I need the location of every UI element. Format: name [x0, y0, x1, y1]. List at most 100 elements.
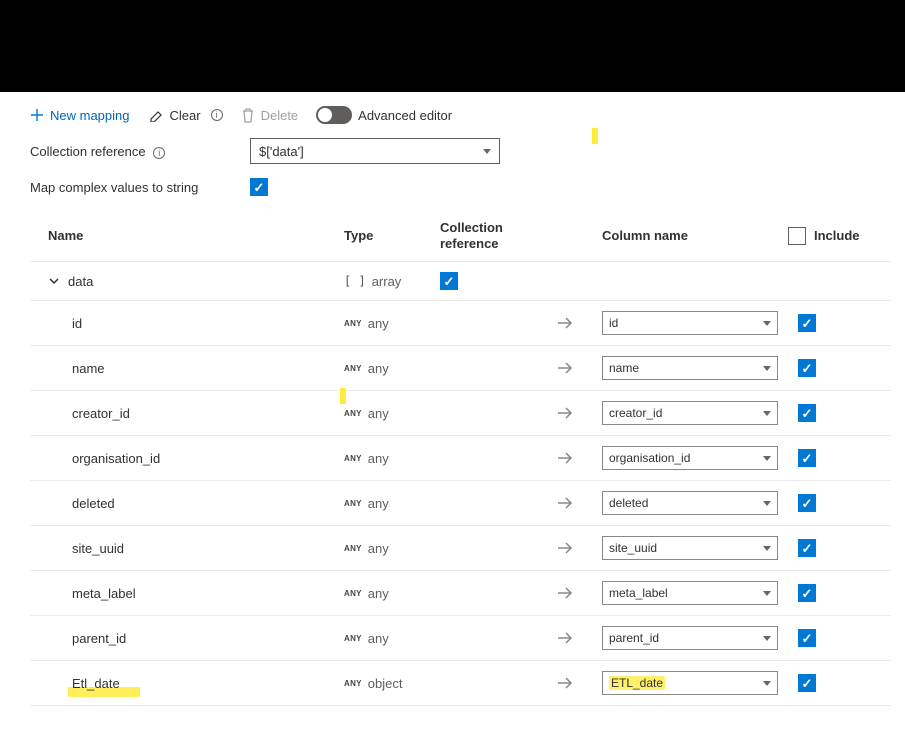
clear-button[interactable]: Clear i — [148, 108, 223, 123]
info-icon[interactable]: i — [153, 147, 165, 159]
table-row: site_uuidANYanysite_uuid — [30, 526, 891, 571]
include-checkbox[interactable] — [798, 404, 816, 422]
table-row: organisation_id ANYany organisation_id — [30, 436, 891, 481]
info-icon[interactable]: i — [211, 109, 223, 121]
map-complex-checkbox[interactable] — [250, 178, 268, 196]
toggle-switch-off[interactable] — [316, 106, 352, 124]
column-name-value: name — [609, 361, 639, 375]
highlight-mark — [340, 388, 346, 404]
row-type-cell: ANY any — [344, 406, 434, 421]
column-name-dropdown[interactable]: creator_id — [602, 401, 778, 425]
chevron-down-icon — [763, 501, 771, 506]
row-name-cell: creator_id — [38, 406, 338, 421]
arrow-right-icon — [556, 496, 596, 510]
chevron-down-icon[interactable] — [48, 275, 60, 287]
table-row: parent_idANYanyparent_id — [30, 616, 891, 661]
col-header-type: Type — [344, 228, 434, 243]
column-name-value: meta_label — [609, 586, 668, 600]
include-checkbox[interactable] — [798, 449, 816, 467]
row-name-cell: organisation_id — [38, 451, 338, 466]
table-row: Etl_dateANYobjectETL_date — [30, 661, 891, 706]
row-include-cell — [788, 314, 858, 332]
include-checkbox[interactable] — [798, 314, 816, 332]
column-name-dropdown[interactable]: name — [602, 356, 778, 380]
chevron-down-icon — [763, 411, 771, 416]
map-complex-row: Map complex values to string — [30, 178, 891, 196]
column-name-dropdown[interactable]: parent_id — [602, 626, 778, 650]
row-type-text: object — [368, 676, 403, 691]
include-checkbox[interactable] — [798, 539, 816, 557]
highlight-mark — [592, 128, 598, 144]
type-badge: ANY — [344, 589, 362, 598]
include-header-label: Include — [814, 228, 860, 243]
row-include-cell — [788, 449, 858, 467]
collection-reference-dropdown[interactable]: $['data'] — [250, 138, 500, 164]
row-type-cell: ANYany — [344, 496, 434, 511]
table-header: Name Type Collection reference Column na… — [30, 210, 891, 262]
arrow-right-icon — [556, 406, 596, 420]
column-name-dropdown[interactable]: ETL_date — [602, 671, 778, 695]
column-name-dropdown[interactable]: site_uuid — [602, 536, 778, 560]
row-column-name-cell: deleted — [602, 491, 782, 515]
type-badge: ANY — [344, 319, 362, 328]
include-checkbox[interactable] — [798, 494, 816, 512]
row-column-name-cell: id — [602, 311, 782, 335]
column-name-dropdown[interactable]: deleted — [602, 491, 778, 515]
column-name-value: ETL_date — [609, 676, 665, 690]
column-name-value: parent_id — [609, 631, 659, 645]
include-checkbox[interactable] — [798, 584, 816, 602]
include-all-checkbox[interactable] — [788, 227, 806, 245]
column-name-dropdown[interactable]: organisation_id — [602, 446, 778, 470]
row-name-text: meta_label — [72, 586, 136, 601]
row-name-text: organisation_id — [72, 451, 160, 466]
collection-reference-row: Collection reference i $['data'] — [30, 138, 891, 164]
row-collection-ref-cell — [440, 272, 550, 290]
col-header-include: Include — [788, 227, 858, 245]
mapping-table: Name Type Collection reference Column na… — [30, 210, 891, 706]
table-row: creator_id ANY any creator_id — [30, 391, 891, 436]
trash-icon — [241, 108, 255, 123]
row-include-cell — [788, 539, 858, 557]
row-name-text: deleted — [72, 496, 115, 511]
row-name-cell: id — [38, 316, 338, 331]
arrow-right-icon — [556, 541, 596, 555]
arrow-right-icon — [556, 451, 596, 465]
include-checkbox[interactable] — [798, 359, 816, 377]
new-mapping-button[interactable]: New mapping — [30, 108, 130, 123]
table-row: meta_labelANYanymeta_label — [30, 571, 891, 616]
row-type-text: any — [368, 406, 389, 421]
column-name-dropdown[interactable]: meta_label — [602, 581, 778, 605]
column-name-value: organisation_id — [609, 451, 690, 465]
plus-icon — [30, 108, 44, 122]
row-name-text: parent_id — [72, 631, 126, 646]
chevron-down-icon — [763, 591, 771, 596]
column-name-value: site_uuid — [609, 541, 657, 555]
include-checkbox[interactable] — [798, 629, 816, 647]
chevron-down-icon — [483, 149, 491, 154]
collection-reference-value: $['data'] — [259, 144, 304, 159]
delete-label: Delete — [261, 108, 299, 123]
include-checkbox[interactable] — [798, 674, 816, 692]
array-brackets-icon: [ ] — [344, 274, 366, 288]
window-header-obscured — [0, 0, 905, 92]
mapping-toolbar: New mapping Clear i Delete Advanced edit… — [30, 100, 891, 138]
eraser-icon — [148, 108, 164, 122]
type-badge: ANY — [344, 544, 362, 553]
type-badge: ANY — [344, 499, 362, 508]
row-type-cell: ANY object — [344, 676, 434, 691]
table-row: nameANYanyname — [30, 346, 891, 391]
arrow-right-icon — [556, 316, 596, 330]
row-name-text: data — [68, 274, 93, 289]
type-badge: ANY — [344, 364, 362, 373]
row-type-text: any — [368, 631, 389, 646]
row-column-name-cell: meta_label — [602, 581, 782, 605]
column-name-dropdown[interactable]: id — [602, 311, 778, 335]
type-badge: ANY — [344, 409, 362, 418]
delete-button[interactable]: Delete — [241, 108, 299, 123]
type-badge: ANY — [344, 679, 362, 688]
advanced-editor-toggle[interactable]: Advanced editor — [316, 106, 452, 124]
row-column-name-cell: ETL_date — [602, 671, 782, 695]
column-name-value: id — [609, 316, 618, 330]
row-type-cell: ANYany — [344, 451, 434, 466]
collection-ref-checkbox[interactable] — [440, 272, 458, 290]
